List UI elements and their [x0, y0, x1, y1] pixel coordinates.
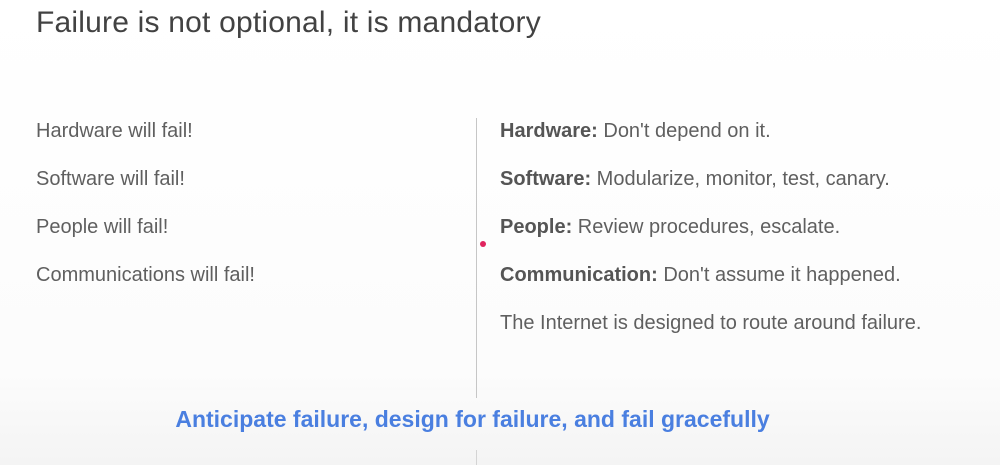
laser-pointer-dot [480, 241, 486, 247]
column-divider [476, 118, 477, 398]
mitigation-key: Communication: [500, 264, 658, 286]
mitigation-text: The Internet is designed to route around… [500, 312, 922, 334]
mitigation-list: Hardware: Don't depend on it. Software: … [500, 118, 995, 358]
presentation-slide: Failure is not optional, it is mandatory… [0, 0, 1000, 465]
mitigation-item-hardware: Hardware: Don't depend on it. [500, 118, 995, 166]
mitigation-text: Modularize, monitor, test, canary. [591, 168, 890, 190]
mitigation-key: People: [500, 216, 573, 238]
mitigation-item-people: People: Review procedures, escalate. [500, 214, 995, 262]
callout-text: Anticipate failure, design for failure, … [175, 406, 770, 432]
mitigation-item-communication: Communication: Don't assume it happened. [500, 262, 995, 310]
mitigation-key: Software: [500, 168, 592, 190]
failure-item-people: People will fail! [36, 216, 169, 238]
mitigation-text: Don't assume it happened. [657, 264, 901, 286]
failure-list: Hardware will fail! Software will fail! … [36, 118, 456, 310]
mitigation-item-software: Software: Modularize, monitor, test, can… [500, 166, 995, 214]
column-divider-tail [476, 450, 477, 465]
mitigation-key: Hardware: [500, 120, 598, 142]
mitigation-text: Review procedures, escalate. [572, 216, 841, 238]
failure-item-communications: Communications will fail! [36, 264, 255, 286]
mitigation-text: Don't depend on it. [597, 120, 771, 142]
failure-item-software: Software will fail! [36, 168, 185, 190]
failure-item-hardware: Hardware will fail! [36, 120, 193, 142]
slide-title: Failure is not optional, it is mandatory [36, 6, 541, 39]
mitigation-item-internet: The Internet is designed to route around… [500, 310, 995, 358]
